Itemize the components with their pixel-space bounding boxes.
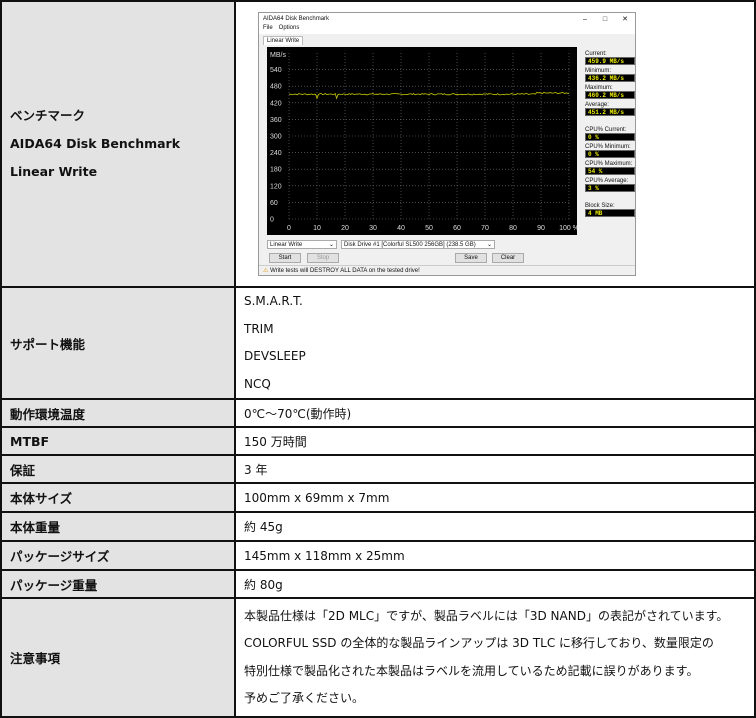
- label-line: Linear Write: [10, 164, 98, 179]
- mtbf-label: MTBF: [0, 426, 236, 456]
- feature: S.M.A.R.T.: [244, 294, 303, 308]
- note-line: 予めご了承ください。: [244, 691, 365, 705]
- stat-value: 4 MB: [585, 209, 635, 217]
- stat-value: 460.2 MB/s: [585, 91, 635, 99]
- stats-panel: Current: 459.9 MB/s Minimum: 436.2 MB/s Maxi…: [585, 49, 635, 220]
- x-tick-label: 0: [287, 225, 291, 232]
- notes-values: 本製品仕様は「2D MLC」ですが、製品ラベルには「3D NAND」の表記がされ…: [234, 597, 756, 718]
- x-tick-label: 50: [425, 225, 433, 232]
- y-tick-label: 420: [270, 100, 282, 107]
- stat-value: 451.2 MB/s: [585, 108, 635, 116]
- label-line: AIDA64 Disk Benchmark: [10, 136, 181, 151]
- x-tick-label: 100 %: [559, 225, 577, 232]
- drive-select-value: Disk Drive #1 [Colorful SL500 256GB] (23…: [344, 242, 476, 248]
- window-title: AIDA64 Disk Benchmark: [263, 16, 330, 22]
- benchmark-screenshot-cell: AIDA64 Disk Benchmark – □ ✕ File Options Lin…: [234, 0, 756, 288]
- menu-file[interactable]: File: [263, 25, 273, 34]
- menu-options[interactable]: Options: [279, 25, 300, 34]
- feature: NCQ: [244, 376, 271, 391]
- stat-value: 459.9 MB/s: [585, 57, 635, 65]
- save-button[interactable]: Save: [455, 253, 487, 263]
- warranty-label: 保証: [0, 454, 236, 484]
- test-select[interactable]: Linear Write ⌄: [267, 240, 337, 249]
- package-size-label: パッケージサイズ: [0, 540, 236, 571]
- label-line: ベンチマーク: [10, 108, 86, 123]
- x-tick-label: 70: [481, 225, 489, 232]
- x-tick-label: 40: [397, 225, 405, 232]
- aida64-window: AIDA64 Disk Benchmark – □ ✕ File Options Lin…: [258, 12, 636, 276]
- maximize-icon[interactable]: □: [595, 16, 615, 23]
- clear-button[interactable]: Clear: [492, 253, 524, 263]
- status-text: Write tests will DESTROY ALL DATA on the…: [270, 268, 420, 274]
- y-tick-label: 120: [270, 183, 282, 190]
- y-tick-label: 540: [270, 67, 282, 74]
- drive-select[interactable]: Disk Drive #1 [Colorful SL500 256GB] (23…: [341, 240, 495, 249]
- x-tick-label: 60: [453, 225, 461, 232]
- y-tick-label: 0: [270, 217, 274, 224]
- package-weight-value: 約 80g: [234, 569, 756, 599]
- package-weight-label: パッケージ重量: [0, 569, 236, 599]
- y-tick-label: 360: [270, 117, 282, 124]
- package-size-value: 145mm x 118mm x 25mm: [234, 540, 756, 571]
- x-tick-label: 10: [313, 225, 321, 232]
- y-axis-unit: MB/s: [270, 52, 286, 59]
- note-line: 本製品仕様は「2D MLC」ですが、製品ラベルには「3D NAND」の表記がされ…: [244, 608, 729, 623]
- benchmark-label: ベンチマーク AIDA64 Disk Benchmark Linear Write: [0, 0, 236, 288]
- feature: DEVSLEEP: [244, 349, 306, 363]
- support-label: サポート機能: [0, 286, 236, 400]
- weight-label: 本体重量: [0, 511, 236, 542]
- stat-label: CPU% Average:: [585, 178, 629, 184]
- benchmark-chart: MB/s 540 480 420 360 300 240 180 120 60 0 0 10 20 30 40…: [267, 47, 577, 235]
- temp-value: 0℃～70℃(動作時): [234, 398, 756, 428]
- y-tick-label: 60: [270, 200, 278, 207]
- close-icon[interactable]: ✕: [615, 15, 635, 23]
- test-select-value: Linear Write: [270, 242, 303, 248]
- minimize-icon[interactable]: –: [575, 16, 595, 23]
- stat-value: 3 %: [585, 184, 635, 192]
- x-tick-label: 90: [537, 225, 545, 232]
- size-value: 100mm x 69mm x 7mm: [234, 482, 756, 513]
- warranty-value: 3 年: [234, 454, 756, 484]
- stat-label: CPU% Minimum:: [585, 144, 631, 150]
- x-tick-label: 80: [509, 225, 517, 232]
- stat-value: 0 %: [585, 150, 635, 158]
- y-tick-label: 300: [270, 134, 282, 141]
- support-values: S.M.A.R.T. TRIM DEVSLEEP NCQ: [234, 286, 756, 400]
- x-tick-label: 20: [341, 225, 349, 232]
- x-tick-label: 30: [369, 225, 377, 232]
- stat-value: 54 %: [585, 167, 635, 175]
- y-tick-label: 480: [270, 84, 282, 91]
- status-bar: ⚠ Write tests will DESTROY ALL DATA on t…: [259, 265, 635, 275]
- warning-icon: ⚠: [263, 268, 269, 274]
- title-bar: AIDA64 Disk Benchmark – □ ✕: [259, 13, 635, 25]
- tab-linear-write[interactable]: Linear Write: [263, 36, 304, 45]
- start-button[interactable]: Start: [269, 253, 301, 263]
- stat-value: 436.2 MB/s: [585, 74, 635, 82]
- stop-button[interactable]: Stop: [307, 253, 339, 263]
- temp-label: 動作環境温度: [0, 398, 236, 428]
- y-tick-label: 240: [270, 150, 282, 157]
- y-tick-label: 180: [270, 167, 282, 174]
- mtbf-value: 150 万時間: [234, 426, 756, 456]
- chevron-down-icon: ⌄: [328, 242, 334, 248]
- note-line: COLORFUL SSD の全体的な製品ラインアップは 3D TLC に移行して…: [244, 636, 714, 650]
- note-line: 特別仕様で製品化された本製品はラベルを流用しているため記載に誤りがあります。: [244, 663, 699, 678]
- notes-label: 注意事項: [0, 597, 236, 718]
- stat-value: 0 %: [585, 133, 635, 141]
- size-label: 本体サイズ: [0, 482, 236, 513]
- stat-label: CPU% Maximum:: [585, 161, 633, 167]
- weight-value: 約 45g: [234, 511, 756, 542]
- feature: TRIM: [244, 321, 274, 336]
- chevron-down-icon: ⌄: [486, 242, 492, 248]
